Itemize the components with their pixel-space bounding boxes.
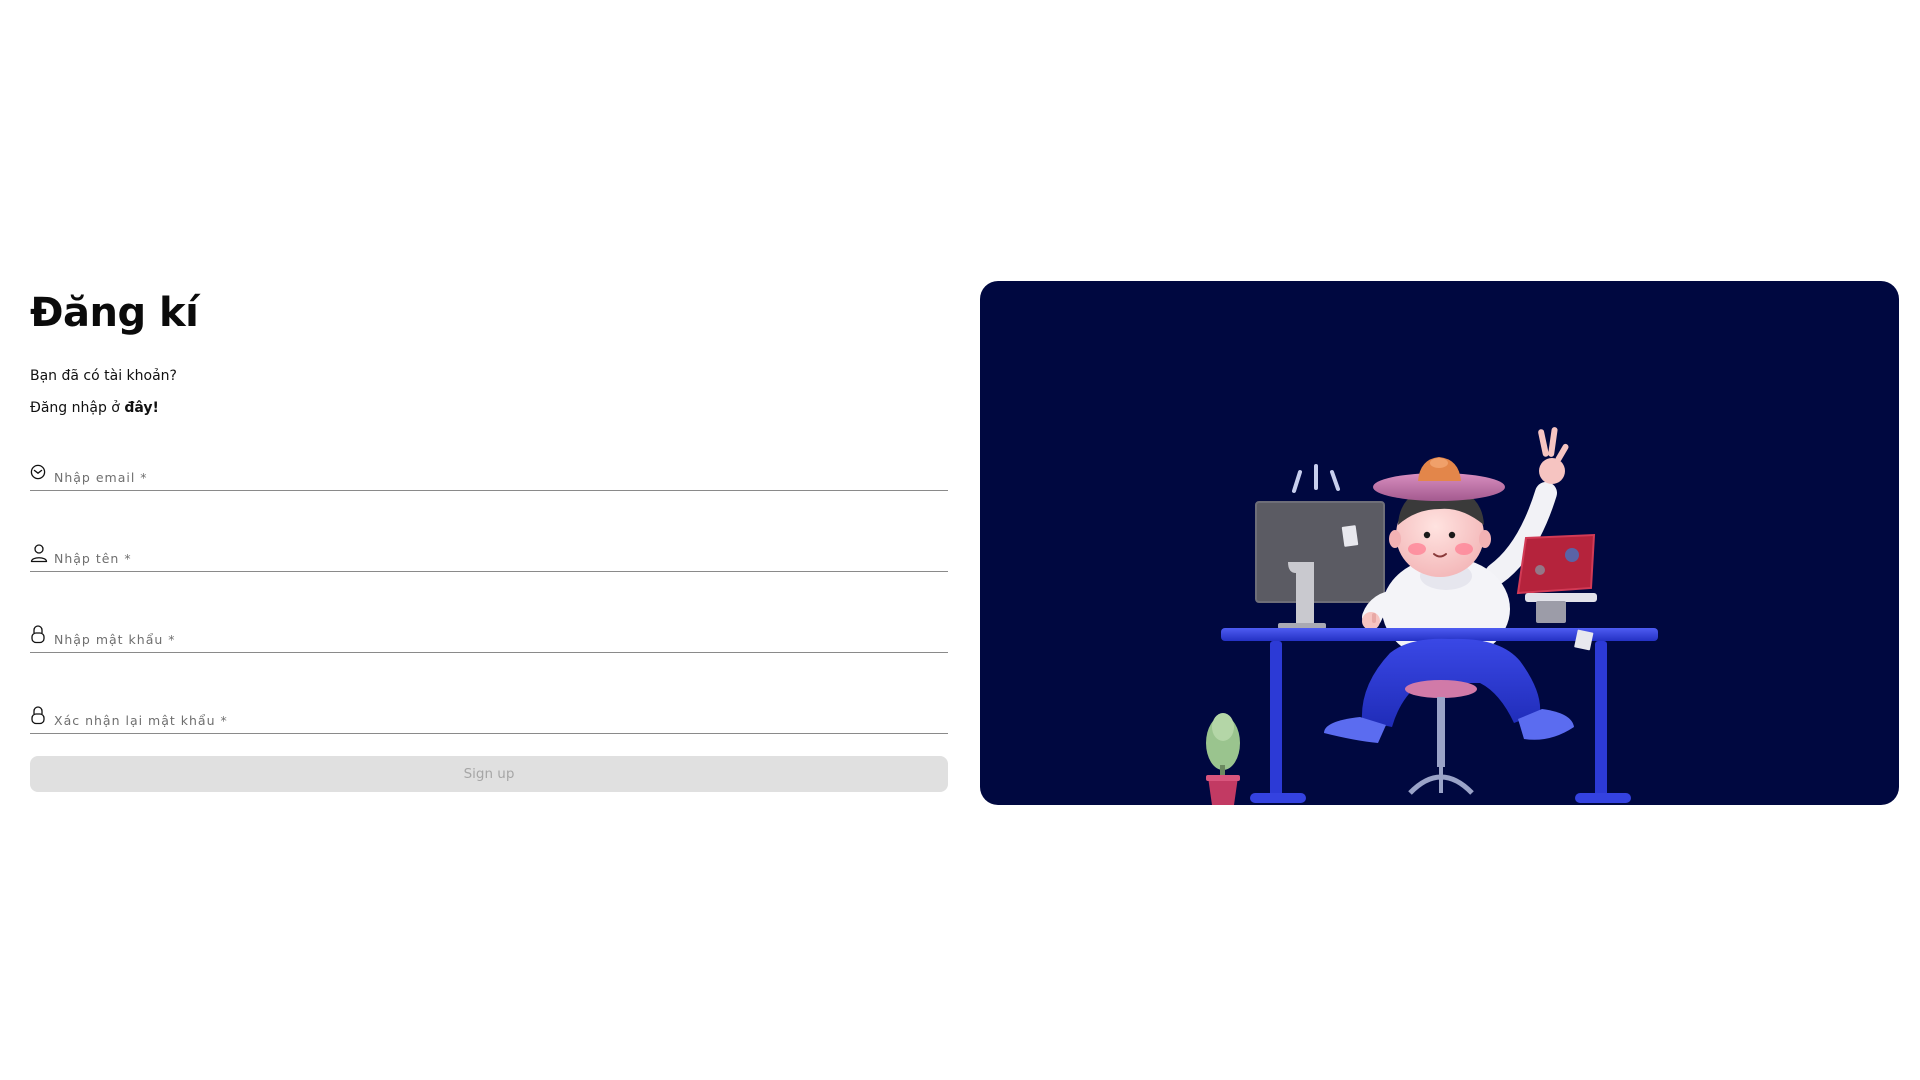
- password-input[interactable]: [52, 628, 948, 652]
- signup-button[interactable]: Sign up: [30, 756, 948, 792]
- hero-illustration: [980, 281, 1899, 805]
- email-field: [30, 458, 948, 491]
- email-input[interactable]: [52, 466, 948, 490]
- login-link[interactable]: đây!: [124, 400, 159, 416]
- login-prefix: Đăng nhập ở: [30, 400, 125, 416]
- user-icon: [30, 541, 52, 565]
- desk-character-illustration: [1206, 427, 1658, 805]
- signup-page: Đăng kí Bạn đã có tài khoản? Đăng nhập ở…: [0, 0, 1920, 1080]
- excitement-lines: [1292, 464, 1340, 493]
- name-input[interactable]: [52, 547, 948, 571]
- plant: [1206, 713, 1240, 805]
- lock-icon: [30, 703, 52, 727]
- signup-form: Đăng kí Bạn đã có tài khoản? Đăng nhập ở…: [30, 280, 948, 792]
- page-title: Đăng kí: [30, 290, 199, 336]
- confirm-password-input[interactable]: [52, 709, 948, 733]
- lock-icon: [30, 622, 52, 646]
- confirm-password-field: [30, 701, 948, 734]
- name-field: [30, 539, 948, 572]
- stool: [1405, 680, 1477, 795]
- mail-icon: [30, 460, 52, 484]
- password-field: [30, 620, 948, 653]
- login-line: Đăng nhập ở đây!: [30, 398, 948, 418]
- laptop: [1516, 533, 1597, 623]
- character-head: [1373, 457, 1505, 577]
- have-account-text: Bạn đã có tài khoản?: [30, 368, 177, 384]
